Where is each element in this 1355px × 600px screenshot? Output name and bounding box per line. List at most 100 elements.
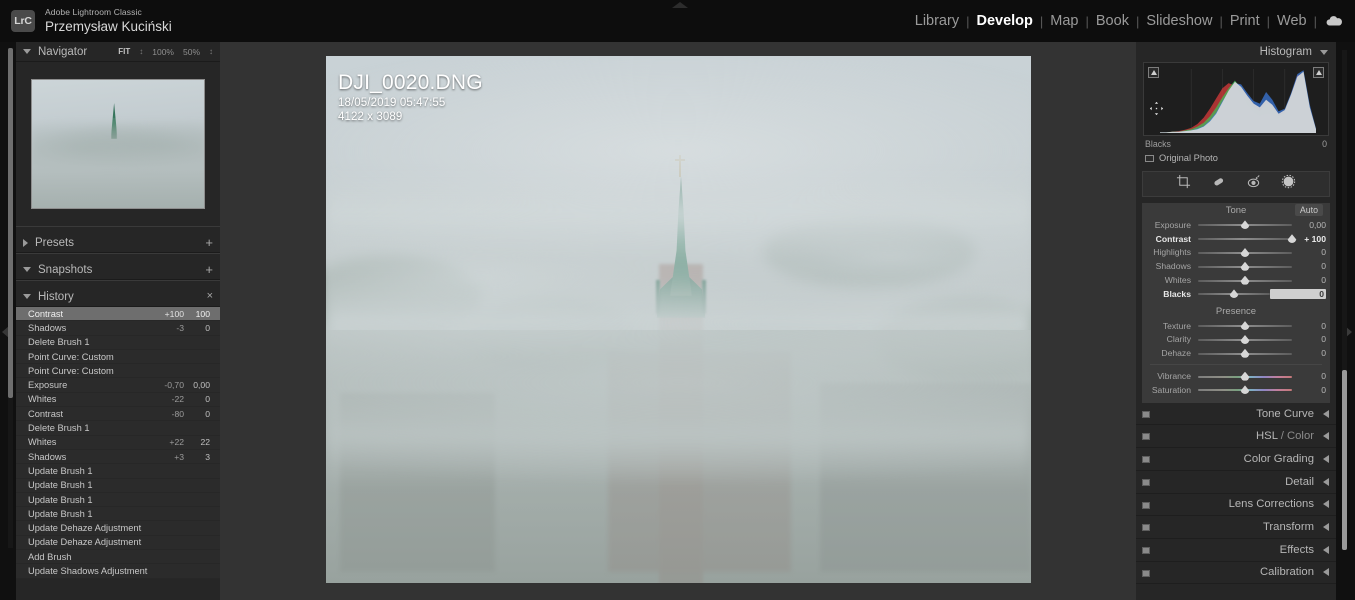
panel-enable-switch-icon[interactable]: [1142, 501, 1150, 509]
texture-value[interactable]: 0: [1292, 321, 1326, 331]
panel-disclosure-arrow-icon[interactable]: [1323, 409, 1329, 418]
history-item[interactable]: Update Brush 1: [16, 507, 220, 522]
snapshots-header[interactable]: Snapshots +: [16, 260, 220, 280]
dehaze-value[interactable]: 0: [1292, 348, 1326, 358]
panel-disclosure-arrow-icon[interactable]: [1323, 477, 1329, 486]
panel-lens-corrections[interactable]: Lens Corrections: [1136, 493, 1336, 517]
presence-dehaze-row[interactable]: Dehaze 0: [1142, 346, 1330, 360]
shadows-slider[interactable]: [1198, 261, 1292, 272]
module-library[interactable]: Library: [908, 13, 966, 29]
histogram-chart[interactable]: [1143, 62, 1329, 136]
tone-highlights-row[interactable]: Highlights 0: [1142, 246, 1330, 260]
color-vibrance-row[interactable]: Vibrance 0: [1142, 369, 1330, 383]
clarity-slider-handle[interactable]: [1240, 334, 1250, 344]
history-item[interactable]: Point Curve: Custom: [16, 364, 220, 379]
clear-history-button[interactable]: ×: [207, 291, 213, 302]
module-web[interactable]: Web: [1270, 13, 1314, 29]
add-snapshot-button[interactable]: +: [205, 263, 213, 276]
presets-header[interactable]: Presets +: [16, 233, 220, 253]
add-preset-button[interactable]: +: [205, 236, 213, 249]
history-disclosure-triangle-icon[interactable]: [23, 294, 31, 299]
blacks-slider[interactable]: [1198, 288, 1270, 299]
panel-color-grading[interactable]: Color Grading: [1136, 448, 1336, 471]
history-item[interactable]: Shadows +3 3: [16, 450, 220, 465]
shadow-clipping-indicator-icon[interactable]: [1148, 67, 1159, 78]
module-book[interactable]: Book: [1089, 13, 1136, 29]
history-item[interactable]: Whites +22 22: [16, 436, 220, 450]
panel-enable-switch-icon[interactable]: [1142, 524, 1150, 532]
exposure-slider-handle[interactable]: [1240, 220, 1250, 230]
navigator-thumbnail[interactable]: [31, 79, 205, 209]
history-item[interactable]: Update Dehaze Adjustment: [16, 521, 220, 536]
tone-exposure-row[interactable]: Exposure 0,00: [1142, 218, 1330, 232]
whites-slider[interactable]: [1198, 275, 1292, 286]
saturation-value[interactable]: 0: [1292, 385, 1326, 395]
presence-clarity-row[interactable]: Clarity 0: [1142, 333, 1330, 347]
panel-effects[interactable]: Effects: [1136, 538, 1336, 562]
right-panel-scrollbar-thumb[interactable]: [1342, 370, 1347, 550]
panel-calibration[interactable]: Calibration: [1136, 561, 1336, 585]
history-item[interactable]: Delete Brush 1: [16, 336, 220, 350]
panel-disclosure-arrow-icon[interactable]: [1323, 523, 1329, 532]
tone-whites-row[interactable]: Whites 0: [1142, 273, 1330, 287]
clarity-slider[interactable]: [1198, 334, 1292, 345]
zoom-fit-stepper-icon[interactable]: ↕: [139, 47, 143, 56]
zoom-50-button[interactable]: 50%: [183, 47, 200, 57]
texture-slider[interactable]: [1198, 320, 1292, 331]
history-header[interactable]: History ×: [16, 287, 220, 307]
blacks-slider-handle[interactable]: [1229, 289, 1239, 299]
panel-enable-switch-icon[interactable]: [1142, 569, 1150, 577]
history-item[interactable]: Point Curve: Custom: [16, 350, 220, 365]
history-item[interactable]: Update Shadows Adjustment: [16, 564, 220, 579]
vibrance-value[interactable]: 0: [1292, 371, 1326, 381]
zoom-fit-button[interactable]: FIT: [118, 47, 130, 56]
panel-disclosure-arrow-icon[interactable]: [1323, 568, 1329, 577]
snapshots-disclosure-triangle-icon[interactable]: [23, 267, 31, 272]
module-print[interactable]: Print: [1223, 13, 1267, 29]
history-item[interactable]: Shadows -3 0: [16, 321, 220, 336]
panel-hsl[interactable]: HSL / Color: [1136, 425, 1336, 449]
spot-removal-tool-icon[interactable]: [1211, 174, 1226, 194]
panel-enable-switch-icon[interactable]: [1142, 410, 1150, 418]
exposure-value[interactable]: 0,00: [1292, 220, 1326, 230]
panel-enable-switch-icon[interactable]: [1142, 433, 1150, 441]
panel-enable-switch-icon[interactable]: [1142, 456, 1150, 464]
panel-enable-switch-icon[interactable]: [1142, 546, 1150, 554]
tone-contrast-row[interactable]: Contrast + 100: [1142, 232, 1330, 246]
module-develop[interactable]: Develop: [969, 13, 1039, 29]
histogram-disclosure-triangle-icon[interactable]: [1320, 49, 1328, 55]
module-map[interactable]: Map: [1043, 13, 1085, 29]
panel-disclosure-arrow-icon[interactable]: [1323, 432, 1329, 441]
history-item[interactable]: Whites -22 0: [16, 393, 220, 408]
auto-tone-button[interactable]: Auto: [1294, 204, 1323, 216]
navigator-preview[interactable]: [16, 62, 220, 226]
saturation-slider-handle[interactable]: [1240, 385, 1250, 395]
zoom-50-stepper-icon[interactable]: ↕: [209, 47, 213, 56]
panel-disclosure-arrow-icon[interactable]: [1323, 500, 1329, 509]
dehaze-slider-handle[interactable]: [1240, 348, 1250, 358]
photo-canvas[interactable]: DJI_0020.DNG 18/05/2019 05:47:55 4122 x …: [326, 56, 1031, 583]
color-saturation-row[interactable]: Saturation 0: [1142, 383, 1330, 397]
top-panel-collapse-arrow-icon[interactable]: [672, 2, 688, 8]
left-panel-scrollbar-thumb[interactable]: [8, 48, 13, 398]
panel-enable-switch-icon[interactable]: [1142, 478, 1150, 486]
cloud-sync-icon[interactable]: [1325, 14, 1343, 28]
histogram-header[interactable]: Histogram: [1136, 42, 1336, 62]
presets-disclosure-triangle-icon[interactable]: [23, 238, 28, 247]
saturation-slider[interactable]: [1198, 384, 1292, 395]
history-item[interactable]: Update Brush 1: [16, 493, 220, 508]
highlights-slider-handle[interactable]: [1240, 247, 1250, 257]
whites-value[interactable]: 0: [1292, 275, 1326, 285]
crop-overlay-tool-icon[interactable]: [1176, 174, 1191, 194]
original-photo-toggle[interactable]: Original Photo: [1145, 153, 1327, 163]
left-panel-scrollbar[interactable]: [8, 48, 13, 548]
history-item[interactable]: Exposure -0,70 0,00: [16, 378, 220, 393]
vibrance-slider[interactable]: [1198, 371, 1292, 382]
presence-texture-row[interactable]: Texture 0: [1142, 319, 1330, 333]
panel-detail[interactable]: Detail: [1136, 470, 1336, 494]
shadows-value[interactable]: 0: [1292, 261, 1326, 271]
history-item[interactable]: Contrast -80 0: [16, 407, 220, 422]
history-item[interactable]: Delete Brush 1: [16, 421, 220, 436]
red-eye-correction-tool-icon[interactable]: [1246, 174, 1261, 194]
contrast-value[interactable]: + 100: [1292, 234, 1326, 244]
